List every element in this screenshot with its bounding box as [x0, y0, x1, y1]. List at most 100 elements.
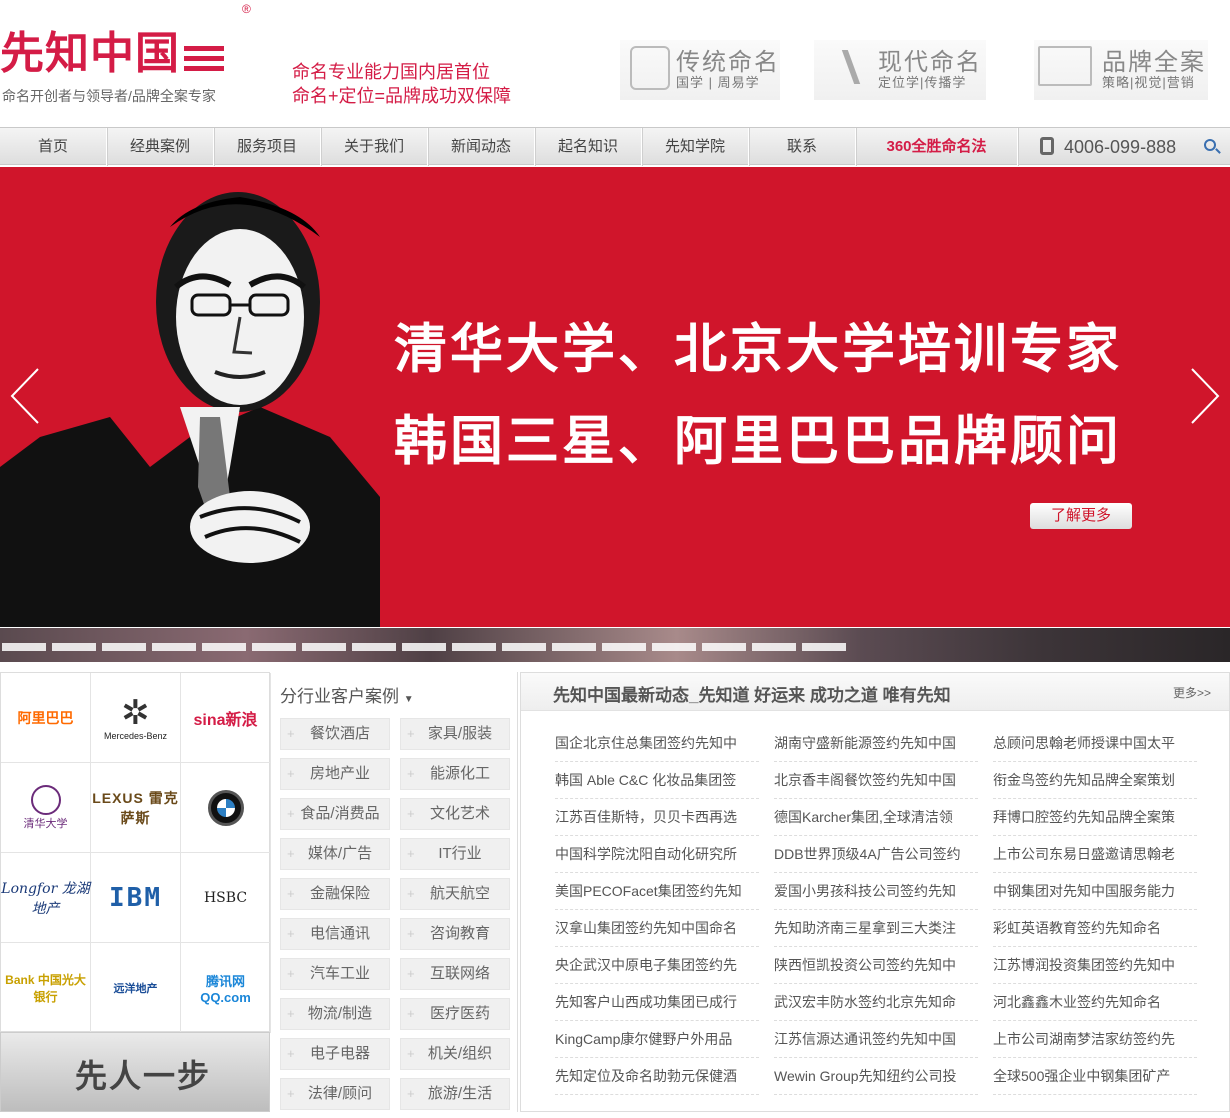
- client-logo-sino-ocean[interactable]: 远洋地产: [91, 943, 181, 1033]
- news-item[interactable]: 武汉宏丰防水签约北京先知命: [774, 984, 978, 1021]
- client-logo-lexus[interactable]: LEXUS 雷克萨斯: [91, 763, 181, 853]
- client-logo-sina[interactable]: sina新浪: [181, 673, 271, 763]
- slide-dot[interactable]: [502, 643, 546, 651]
- industry-category-button[interactable]: 媒体/广告: [280, 838, 390, 870]
- client-logo-everbright-bank[interactable]: Bank 中国光大银行: [1, 943, 91, 1033]
- industry-category-button[interactable]: 文化艺术: [400, 798, 510, 830]
- industry-category-button[interactable]: 餐饮酒店: [280, 718, 390, 750]
- prev-slide-arrow-icon[interactable]: [10, 367, 40, 425]
- news-item[interactable]: 先知定位及命名助勃元保健酒: [555, 1058, 759, 1095]
- feature-brand-plan[interactable]: 品牌全案 策略|视觉|营销: [1034, 40, 1208, 100]
- industry-category-button[interactable]: 汽车工业: [280, 958, 390, 990]
- client-logo-hsbc[interactable]: HSBC: [181, 853, 271, 943]
- news-item[interactable]: 上市公司湖南梦洁家纺签约先: [993, 1021, 1197, 1058]
- feature-modern-naming[interactable]: 现代命名 定位学|传播学: [814, 40, 986, 100]
- industry-category-button[interactable]: 航天航空: [400, 878, 510, 910]
- slide-dot[interactable]: [2, 643, 46, 651]
- news-item[interactable]: 总顾问思翰老师授课中国太平: [993, 725, 1197, 762]
- client-logo-ibm[interactable]: IBM: [91, 853, 181, 943]
- news-item[interactable]: 衔金鸟签约先知品牌全案策划: [993, 762, 1197, 799]
- nav-services[interactable]: 服务项目: [214, 128, 321, 166]
- feature-traditional-naming[interactable]: 传统命名 国学 | 周易学: [620, 40, 780, 100]
- slide-dot[interactable]: [602, 643, 646, 651]
- industry-category-button[interactable]: IT行业: [400, 838, 510, 870]
- slide-dot[interactable]: [552, 643, 596, 651]
- news-item[interactable]: 全球500强企业中钢集团矿产: [993, 1058, 1197, 1095]
- news-item[interactable]: 国企北京住总集团签约先知中: [555, 725, 759, 762]
- slide-dot[interactable]: [402, 643, 446, 651]
- logo-bars-icon: [184, 45, 224, 74]
- nav-academy[interactable]: 先知学院: [642, 128, 749, 166]
- industry-category-button[interactable]: 机关/组织: [400, 1038, 510, 1070]
- industry-category-button[interactable]: 金融保险: [280, 878, 390, 910]
- news-item[interactable]: 先知助济南三星拿到三大类注: [774, 910, 978, 947]
- slide-dot[interactable]: [752, 643, 796, 651]
- nav-home[interactable]: 首页: [0, 128, 107, 166]
- next-slide-arrow-icon[interactable]: [1190, 367, 1220, 425]
- news-item[interactable]: 美国PECOFacet集团签约先知: [555, 873, 759, 910]
- news-item[interactable]: 先知客户山西成功集团已成行: [555, 984, 759, 1021]
- slide-dot[interactable]: [452, 643, 496, 651]
- industry-category-button[interactable]: 食品/消费品: [280, 798, 390, 830]
- client-logo-alibaba[interactable]: 阿里巴巴: [1, 673, 91, 763]
- industry-category-button[interactable]: 医疗医药: [400, 998, 510, 1030]
- news-item[interactable]: 中钢集团对先知中国服务能力: [993, 873, 1197, 910]
- industry-category-button[interactable]: 互联网络: [400, 958, 510, 990]
- industry-title[interactable]: 分行业客户案例 ▼: [280, 682, 414, 707]
- nav-360-method[interactable]: 360全胜命名法: [856, 128, 1018, 166]
- news-item[interactable]: 江苏百佳斯特，贝贝卡西再选: [555, 799, 759, 836]
- slide-dot[interactable]: [102, 643, 146, 651]
- industry-category-button[interactable]: 旅游/生活: [400, 1078, 510, 1110]
- client-logo-tencent[interactable]: 腾讯网 QQ.com: [181, 943, 271, 1033]
- slide-dot[interactable]: [702, 643, 746, 651]
- client-logo-tsinghua[interactable]: 清华大学: [1, 763, 91, 853]
- news-item[interactable]: 彩虹英语教育签约先知命名: [993, 910, 1197, 947]
- slide-dot[interactable]: [252, 643, 296, 651]
- nav-naming-knowledge[interactable]: 起名知识: [535, 128, 642, 166]
- industry-category-button[interactable]: 咨询教育: [400, 918, 510, 950]
- slogan-banner[interactable]: 先人一步: [0, 1032, 270, 1112]
- industry-category-button[interactable]: 电信通讯: [280, 918, 390, 950]
- industry-category-button[interactable]: 房地产业: [280, 758, 390, 790]
- news-item[interactable]: 上市公司东易日盛邀请思翰老: [993, 836, 1197, 873]
- news-item[interactable]: 河北鑫鑫木业签约先知命名: [993, 984, 1197, 1021]
- news-item[interactable]: 江苏信源达通讯签约先知中国: [774, 1021, 978, 1058]
- nav-news[interactable]: 新闻动态: [428, 128, 535, 166]
- search-icon[interactable]: [1204, 139, 1216, 151]
- news-item[interactable]: 陕西恒凯投资公司签约先知中: [774, 947, 978, 984]
- news-item[interactable]: KingCamp康尔健野户外用品: [555, 1021, 759, 1058]
- news-item[interactable]: 爱国小男孩科技公司签约先知: [774, 873, 978, 910]
- news-item[interactable]: 韩国 Able C&C 化妆品集团签: [555, 762, 759, 799]
- slide-dot[interactable]: [802, 643, 846, 651]
- slide-dot[interactable]: [152, 643, 196, 651]
- industry-category-button[interactable]: 法律/顾问: [280, 1078, 390, 1110]
- news-item[interactable]: Wewin Group先知纽约公司投: [774, 1058, 978, 1095]
- news-item[interactable]: 汉拿山集团签约先知中国命名: [555, 910, 759, 947]
- client-logo-benz[interactable]: ✲ Mercedes-Benz: [91, 673, 181, 763]
- client-logo-longfor[interactable]: Longfor 龙湖地产: [1, 853, 91, 943]
- industry-category-button[interactable]: 物流/制造: [280, 998, 390, 1030]
- slide-dot[interactable]: [52, 643, 96, 651]
- slide-dot[interactable]: [352, 643, 396, 651]
- slide-dot[interactable]: [652, 643, 696, 651]
- slide-dot[interactable]: [302, 643, 346, 651]
- industry-category-button[interactable]: 家具/服装: [400, 718, 510, 750]
- nav-about[interactable]: 关于我们: [321, 128, 428, 166]
- news-item[interactable]: DDB世界顶级4A广告公司签约: [774, 836, 978, 873]
- learn-more-button[interactable]: 了解更多: [1030, 503, 1132, 529]
- industry-category-button[interactable]: 电子电器: [280, 1038, 390, 1070]
- news-more-link[interactable]: 更多>>: [1173, 684, 1211, 701]
- nav-contact[interactable]: 联系: [749, 128, 856, 166]
- industry-category-button[interactable]: 能源化工: [400, 758, 510, 790]
- news-item[interactable]: 德国Karcher集团,全球清洁领: [774, 799, 978, 836]
- news-item[interactable]: 江苏博润投资集团签约先知中: [993, 947, 1197, 984]
- news-item[interactable]: 中国科学院沈阳自动化研究所: [555, 836, 759, 873]
- news-item[interactable]: 湖南守盛新能源签约先知中国: [774, 725, 978, 762]
- site-logo[interactable]: 先知中国: [0, 30, 224, 78]
- news-item[interactable]: 央企武汉中原电子集团签约先: [555, 947, 759, 984]
- slide-dot[interactable]: [202, 643, 246, 651]
- nav-cases[interactable]: 经典案例: [107, 128, 214, 166]
- news-item[interactable]: 北京香丰阁餐饮签约先知中国: [774, 762, 978, 799]
- news-item[interactable]: 拜博口腔签约先知品牌全案策: [993, 799, 1197, 836]
- client-logo-bmw[interactable]: [181, 763, 271, 853]
